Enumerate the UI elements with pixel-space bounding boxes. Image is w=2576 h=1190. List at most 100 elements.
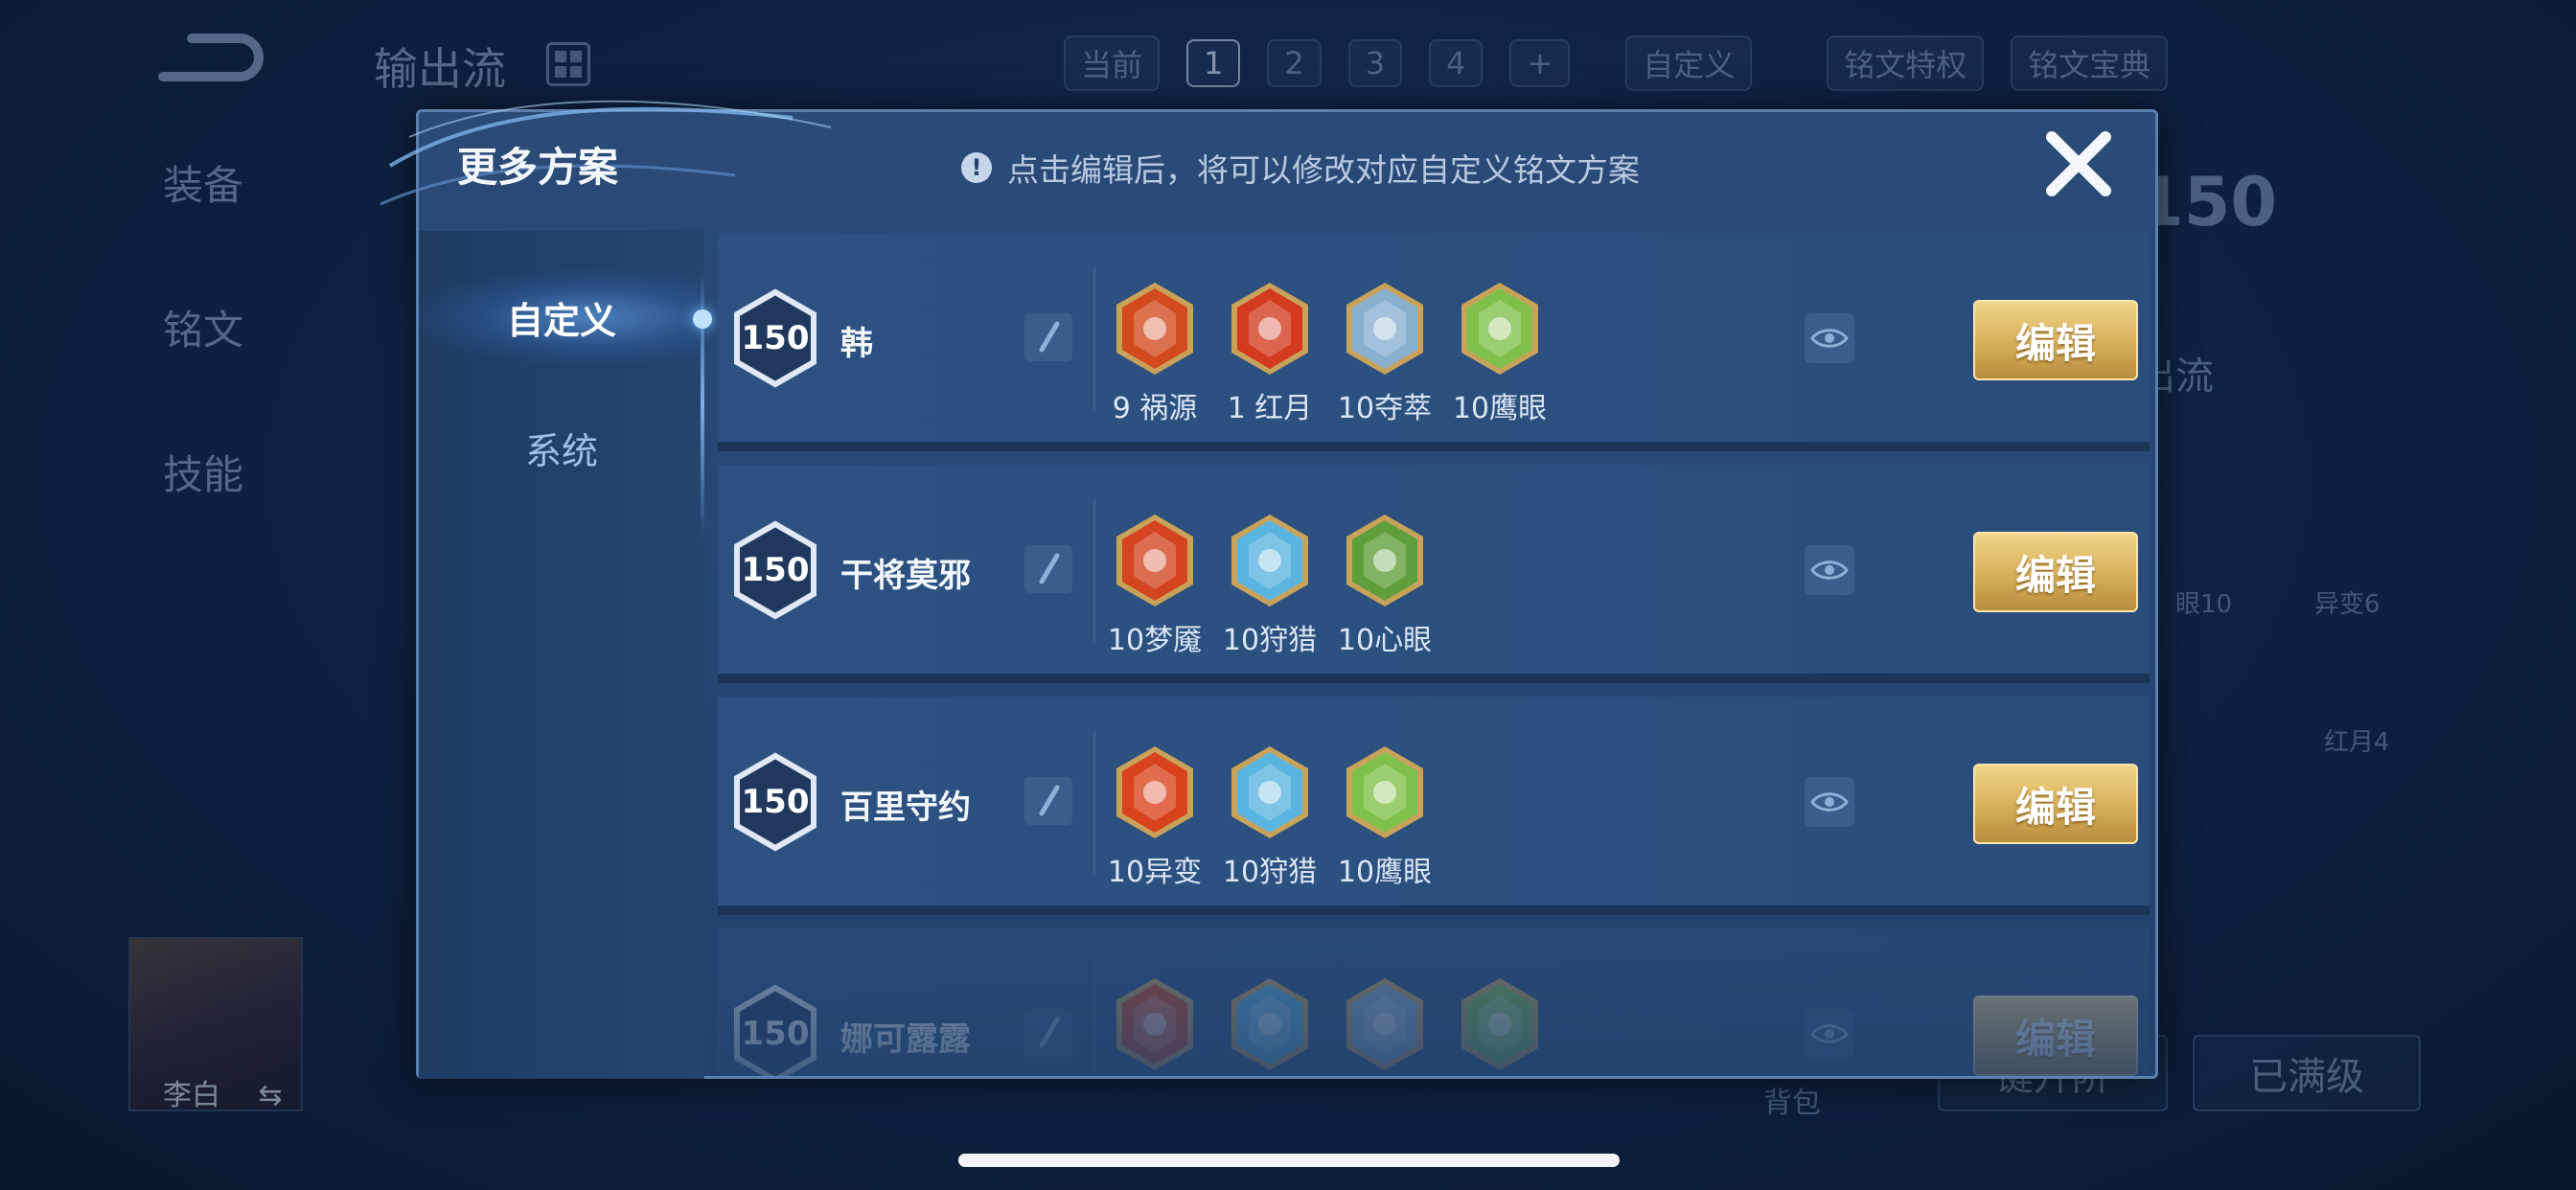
level-number: 150 xyxy=(741,551,810,589)
rune-label: 10心眼 xyxy=(1337,624,1433,657)
rune-label-bg-3: 红月4 xyxy=(2324,728,2390,757)
codex-button[interactable]: 铭文宝典 xyxy=(2011,35,2169,91)
side-nav: 装备 铭文 技能 xyxy=(163,153,243,501)
rune-item: 10夺萃 xyxy=(1337,279,1433,426)
list-fade xyxy=(718,942,2150,1076)
level-badge: 150 xyxy=(731,288,819,388)
custom-button[interactable]: 自定义 xyxy=(1625,35,1753,91)
rune-item: 9 祸源 xyxy=(1111,279,1199,426)
tab-system[interactable]: 系统 xyxy=(419,400,704,495)
rune-hongyue-icon xyxy=(1231,283,1308,375)
max-level-button[interactable]: 已满级 xyxy=(2193,1035,2421,1111)
level-number: 150 xyxy=(741,319,810,357)
current-label: 当前 xyxy=(1064,35,1161,91)
eye-icon xyxy=(1810,792,1849,812)
plan-row: 150 百里守约 10异变 10狩猎 10鹰眼 编辑 xyxy=(718,697,2150,915)
page-4-button[interactable]: 4 xyxy=(1429,39,1484,87)
rune-yingyan-icon xyxy=(1461,283,1538,375)
rune-label: 10鹰眼 xyxy=(1337,856,1433,889)
pen-icon xyxy=(1039,553,1060,584)
rune-label: 10鹰眼 xyxy=(1452,392,1548,425)
hero-name: 干将莫邪 xyxy=(840,557,971,595)
rune-label: 1 红月 xyxy=(1227,392,1313,425)
level-badge: 150 xyxy=(731,520,819,620)
eye-icon xyxy=(1810,329,1849,348)
rune-label: 10梦魇 xyxy=(1107,624,1203,657)
rune-item: 10狩猎 xyxy=(1222,511,1318,658)
more-plans-dialog: 更多方案 ! 点击编辑后，将可以修改对应自定义铭文方案 自定义 系统 150 韩 xyxy=(380,100,2158,1079)
bag-label[interactable]: 背包 xyxy=(1763,1079,1821,1121)
rune-item: 10梦魇 xyxy=(1107,511,1203,658)
hero-name: 李白 ⇆ xyxy=(163,1079,283,1112)
rune-shoulie-icon xyxy=(1231,515,1308,606)
rune-yibian-icon xyxy=(1116,746,1193,838)
pen-icon xyxy=(1039,321,1060,353)
rune-label: 10异变 xyxy=(1107,856,1203,889)
row-divider xyxy=(1093,731,1095,875)
preview-button[interactable] xyxy=(1805,545,1854,595)
tab-indicator xyxy=(693,309,712,329)
edit-notice: ! 点击编辑后，将可以修改对应自定义铭文方案 xyxy=(961,145,1640,191)
rune-label-bg-1: 眼10 xyxy=(2175,590,2233,619)
page-1-button[interactable]: 1 xyxy=(1186,39,1241,87)
preview-button[interactable] xyxy=(1805,777,1854,827)
rename-button[interactable] xyxy=(1024,313,1072,361)
rune-shoulie-icon xyxy=(1231,746,1308,838)
rune-item: 10鹰眼 xyxy=(1452,279,1548,426)
pen-icon xyxy=(1039,785,1060,816)
page-3-button[interactable]: 3 xyxy=(1347,39,1403,87)
page-2-button[interactable]: 2 xyxy=(1267,39,1322,87)
plan-tabs: 自定义 系统 xyxy=(419,231,712,1079)
preview-button[interactable] xyxy=(1805,313,1854,363)
home-indicator[interactable] xyxy=(958,1154,1620,1167)
close-button[interactable] xyxy=(2040,126,2117,202)
nav-skill[interactable]: 技能 xyxy=(163,443,243,501)
scheme-title: 输出流 xyxy=(374,43,506,95)
notice-text: 点击编辑后，将可以修改对应自定义铭文方案 xyxy=(1007,151,1640,189)
rune-list: 10梦魇 10狩猎 10心眼 xyxy=(1107,511,1433,658)
tab-custom[interactable]: 自定义 xyxy=(419,269,704,365)
nav-equipment[interactable]: 装备 xyxy=(163,153,243,212)
hero-name: 百里守约 xyxy=(840,789,971,827)
edit-button[interactable]: 编辑 xyxy=(1973,300,2138,380)
scheme-page-bar: 当前 1 2 3 4 + 自定义 铭文特权 铭文宝典 xyxy=(1064,35,2169,91)
rune-label-bg-2: 异变6 xyxy=(2314,590,2380,619)
rune-list: 10异变 10狩猎 10鹰眼 xyxy=(1107,743,1433,890)
close-icon xyxy=(2046,131,2111,196)
row-divider xyxy=(1093,499,1095,643)
edit-button[interactable]: 编辑 xyxy=(1973,532,2138,612)
dialog-title: 更多方案 xyxy=(457,144,619,191)
add-page-button[interactable]: + xyxy=(1509,39,1571,87)
nav-inscription[interactable]: 铭文 xyxy=(163,298,243,356)
rune-item: 10鹰眼 xyxy=(1337,743,1433,890)
hero-name: 韩 xyxy=(840,325,873,363)
rename-button[interactable] xyxy=(1024,777,1072,825)
rune-duocui-icon xyxy=(1346,283,1423,375)
rune-xinyan-icon xyxy=(1346,515,1423,606)
swap-icon[interactable]: ⇆ xyxy=(259,1079,283,1112)
rune-item: 10狩猎 xyxy=(1222,743,1318,890)
grid-icon[interactable] xyxy=(546,42,590,86)
level-number: 150 xyxy=(741,783,810,821)
rune-label: 9 祸源 xyxy=(1112,392,1198,425)
edit-button[interactable]: 编辑 xyxy=(1973,764,2138,844)
eye-icon xyxy=(1810,561,1849,580)
plan-row: 150 韩 9 祸源 1 红月 10夺萃 10鹰眼 编辑 xyxy=(718,233,2150,451)
plan-list[interactable]: 150 韩 9 祸源 1 红月 10夺萃 10鹰眼 编辑 150 干将莫邪 10… xyxy=(718,233,2150,1076)
back-arrow-icon[interactable] xyxy=(153,29,268,96)
rune-list: 9 祸源 1 红月 10夺萃 10鹰眼 xyxy=(1111,279,1548,426)
level-badge: 150 xyxy=(731,752,819,852)
rune-item: 10异变 xyxy=(1107,743,1203,890)
rune-yingyan-icon xyxy=(1346,746,1423,838)
rune-label: 10狩猎 xyxy=(1222,624,1318,657)
rune-huoyuan-icon xyxy=(1116,283,1193,375)
info-icon: ! xyxy=(961,152,992,183)
rune-label: 10夺萃 xyxy=(1337,392,1433,425)
privilege-button[interactable]: 铭文特权 xyxy=(1827,35,1985,91)
rune-label: 10狩猎 xyxy=(1222,856,1318,889)
rename-button[interactable] xyxy=(1024,545,1072,593)
row-divider xyxy=(1093,267,1095,411)
rune-item: 10心眼 xyxy=(1337,511,1433,658)
rune-item: 1 红月 xyxy=(1226,279,1314,426)
plan-row: 150 干将莫邪 10梦魇 10狩猎 10心眼 编辑 xyxy=(718,465,2150,683)
